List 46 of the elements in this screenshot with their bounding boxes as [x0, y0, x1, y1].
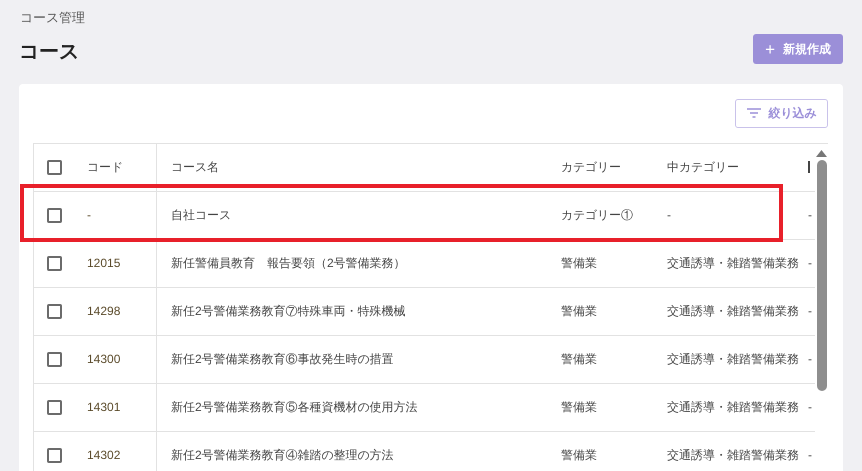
breadcrumb[interactable]: コース管理	[19, 8, 85, 28]
table-cell-text: カテゴリー①	[561, 207, 633, 224]
table-cell-text: 新任2号警備業務教育⑤各種資機材の使用方法	[171, 399, 418, 416]
page-title: コース	[19, 40, 80, 64]
column-header[interactable]: コース名	[171, 158, 219, 176]
table-cell-text: 警備業	[561, 255, 597, 272]
table-cell-text: -	[808, 399, 812, 416]
table-cell-text: 交通誘導・雑踏警備業務	[667, 399, 799, 416]
column-header[interactable]: コード	[87, 158, 123, 176]
checkbox[interactable]	[47, 256, 62, 270]
table-cell-text: -	[667, 207, 671, 224]
table-cell-text: -	[808, 255, 812, 272]
table-cell-text: -	[808, 303, 812, 320]
checkbox[interactable]	[47, 400, 62, 414]
checkbox[interactable]	[47, 352, 62, 366]
checkbox[interactable]	[47, 304, 62, 318]
table-cell-text: 自社コース	[171, 207, 231, 224]
scroll-up-icon	[816, 150, 827, 156]
table-cell-text: 交通誘導・雑踏警備業務	[667, 351, 799, 368]
table-cell-text: 警備業	[561, 399, 597, 416]
filter-icon	[746, 108, 760, 118]
table-cell-text: 新任2号警備業務教育⑦特殊車両・特殊機械	[171, 303, 406, 320]
table-cell-text: -	[808, 447, 812, 464]
checkbox[interactable]	[47, 208, 62, 222]
table-cell-text: 警備業	[561, 351, 597, 368]
checkbox[interactable]	[47, 448, 62, 462]
column-header[interactable]: カテゴリー	[561, 158, 621, 176]
table-cell-text: 新任2号警備業務教育⑥事故発生時の措置	[171, 351, 394, 368]
table-cell-text: 警備業	[561, 303, 597, 320]
column-header[interactable]: 中カテゴリー	[667, 158, 739, 176]
table-cell-text: 新任警備員教育 報告要領（2号警備業務）	[171, 255, 406, 272]
table-cell-text: 新任2号警備業務教育④雑踏の整理の方法	[171, 447, 394, 464]
table-cell-text: 警備業	[561, 447, 597, 464]
table-cell-text: 交通誘導・雑踏警備業務	[667, 255, 799, 272]
table-cell-text: 交通誘導・雑踏警備業務	[667, 303, 799, 320]
table-cell-text: 14298	[87, 303, 120, 320]
table-cell-text: -	[808, 207, 812, 224]
table-cell-text: 12015	[87, 255, 120, 272]
column-edge-icon	[808, 161, 810, 173]
table-cell-text: 交通誘導・雑踏警備業務	[667, 447, 799, 464]
table-cell-text: -	[808, 351, 812, 368]
table-cell-text: -	[87, 207, 91, 224]
table-cell-text: 14302	[87, 447, 120, 464]
table-cell-text: 14301	[87, 399, 120, 416]
table-cell-text: 14300	[87, 351, 120, 368]
checkbox[interactable]	[47, 160, 62, 174]
